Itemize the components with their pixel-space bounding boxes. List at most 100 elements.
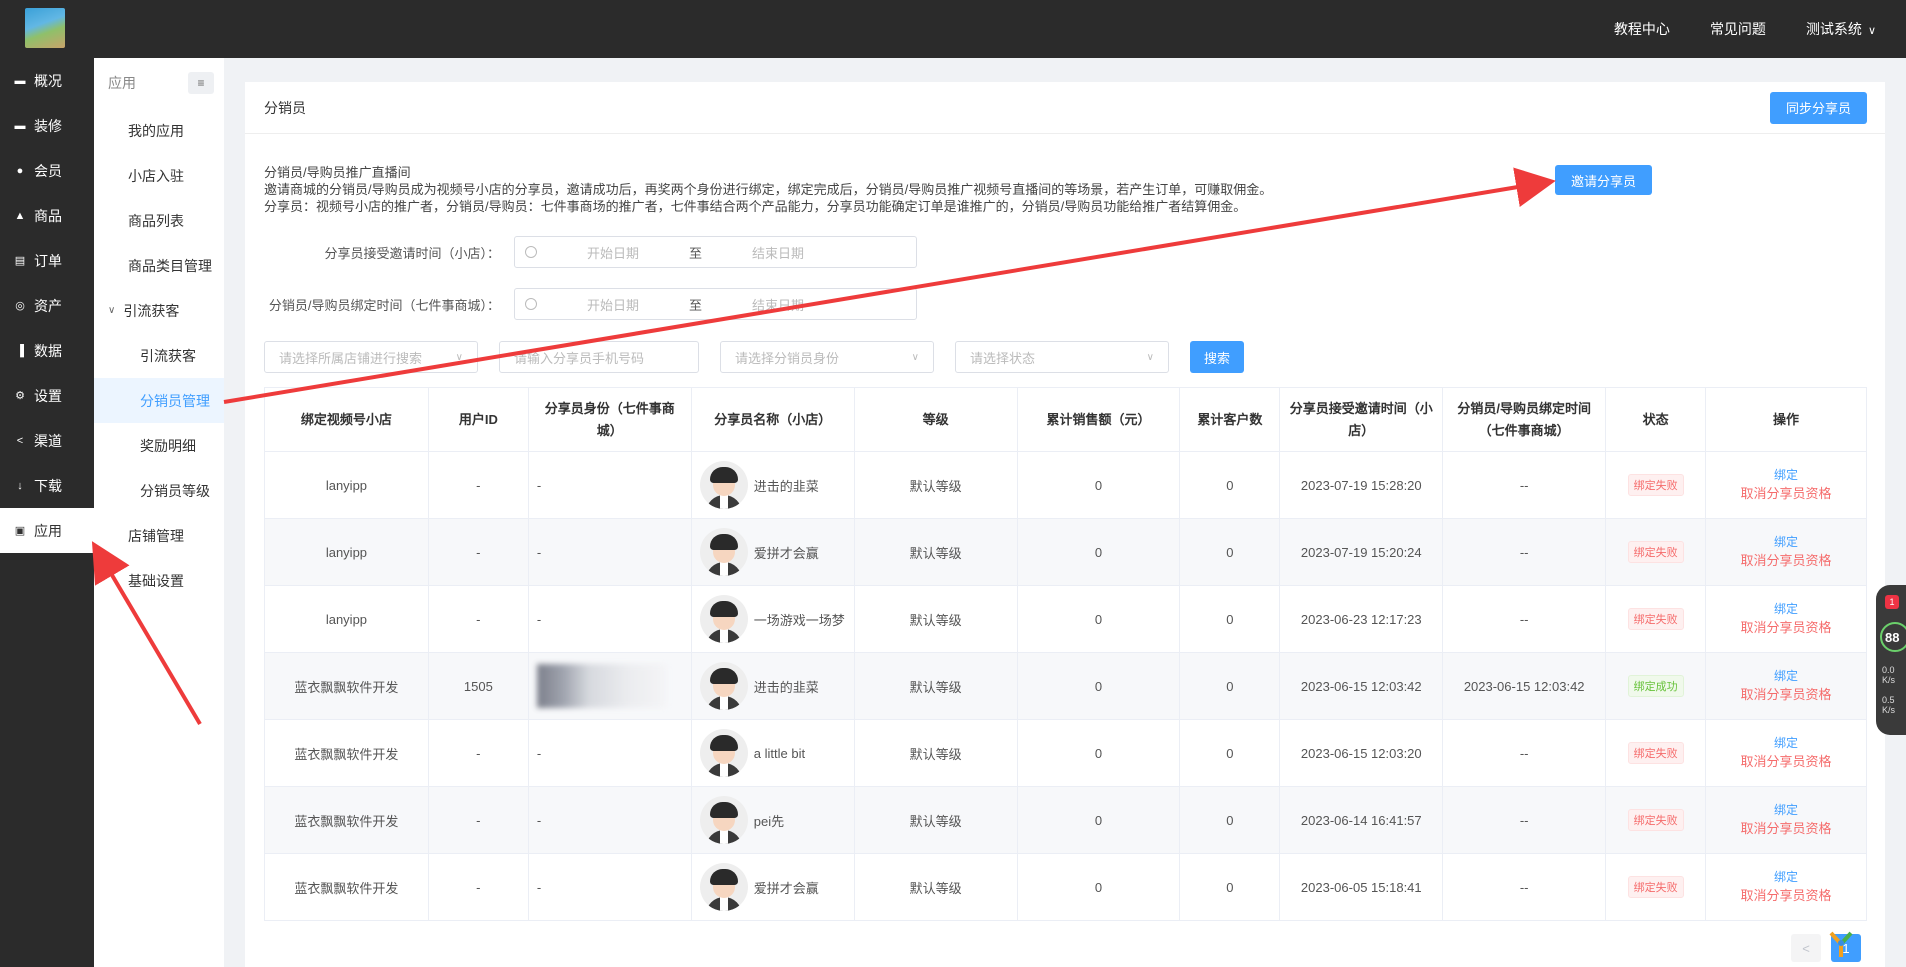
table-row: lanyipp - - 进击的韭菜 默认等级 0 0 2023-07-19 15:28:20-…: [264, 451, 1867, 519]
bind-link[interactable]: 绑定: [1714, 600, 1858, 618]
col-status: 状态: [1605, 387, 1707, 452]
download-icon: ↓: [17, 479, 23, 492]
cell-shop: 蓝衣飘飘软件开发: [264, 853, 429, 921]
prev-page-button[interactable]: <: [1791, 934, 1821, 962]
distributor-table: 绑定视频号小店 用户ID 分享员身份（七件事商城） 分享员名称（小店） 等级 累…: [264, 387, 1867, 921]
cell-role-wrap: -: [527, 719, 692, 787]
top-bar: 教程中心 常见问题 测试系统 ∨: [0, 0, 1906, 58]
cell-sales: 0: [1016, 719, 1181, 787]
sidebar-item-distributor[interactable]: 分销员管理: [94, 378, 224, 423]
sidebar-item-bar[interactable]: ▐ 数据: [0, 328, 94, 373]
cell-role: -: [536, 544, 542, 560]
role-select[interactable]: 请选择分销员身份 ∨: [720, 341, 934, 373]
cell-name-wrap: 进击的韭菜: [690, 451, 855, 519]
sidebar-item-my-apps[interactable]: 我的应用: [94, 108, 224, 153]
nav-tutorial[interactable]: 教程中心: [1614, 19, 1670, 39]
sidebar-item-user[interactable]: ● 会员: [0, 148, 94, 193]
cancel-distributor-link[interactable]: 取消分享员资格: [1714, 752, 1858, 772]
start-date[interactable]: 开始日期: [587, 295, 639, 314]
bind-date-range[interactable]: 开始日期 至 结束日期: [514, 288, 917, 320]
search-button[interactable]: 搜索: [1190, 341, 1244, 373]
cell-customers: 0: [1179, 585, 1281, 653]
status-select[interactable]: 请选择状态 ∨: [955, 341, 1169, 373]
cell-shop: 蓝衣飘飘软件开发: [264, 719, 429, 787]
app-logo[interactable]: [25, 8, 65, 48]
cancel-distributor-link[interactable]: 取消分享员资格: [1714, 484, 1858, 504]
sidebar-item-shop[interactable]: ▲ 商品: [0, 193, 94, 238]
status-badge: 绑定失败: [1627, 876, 1684, 898]
sidebar-item-basic[interactable]: 基础设置: [94, 558, 224, 603]
bind-link[interactable]: 绑定: [1714, 868, 1858, 886]
cancel-distributor-link[interactable]: 取消分享员资格: [1714, 551, 1858, 571]
invite-date-range[interactable]: 开始日期 至 结束日期: [514, 236, 917, 268]
name-cell: 进击的韭菜: [699, 662, 846, 710]
bind-time-row: 分销员/导购员绑定时间（七件事商城）： 开始日期 至 结束日期: [28, 288, 917, 320]
cell-name: pei先: [753, 813, 785, 829]
bind-link[interactable]: 绑定: [1714, 734, 1858, 752]
cell-role-wrap: -: [527, 451, 692, 519]
start-date[interactable]: 开始日期: [587, 243, 639, 262]
phone-input[interactable]: 请输入分享员手机号码: [499, 341, 699, 373]
cell-uid: -: [427, 585, 529, 653]
sidebar-item-download[interactable]: ↓ 下载: [0, 463, 94, 508]
sidebar-item-traffic[interactable]: 引流获客: [94, 333, 224, 378]
bind-link[interactable]: 绑定: [1714, 667, 1858, 685]
cell-level: 默认等级: [853, 652, 1018, 720]
nav-system[interactable]: 测试系统 ∨: [1806, 19, 1876, 39]
sidebar-item-shop-join[interactable]: 小店入驻: [94, 153, 224, 198]
cell-actions: 绑定 取消分享员资格: [1705, 585, 1867, 653]
status-badge: 绑定失败: [1627, 608, 1684, 630]
cancel-distributor-link[interactable]: 取消分享员资格: [1714, 618, 1858, 638]
cancel-distributor-link[interactable]: 取消分享员资格: [1714, 886, 1858, 906]
sidebar-item-reward[interactable]: 奖励明细: [94, 423, 224, 468]
shop-select[interactable]: 请选择所属店铺进行搜索 ∨: [264, 341, 478, 373]
sidebar-item-share[interactable]: < 渠道: [0, 418, 94, 463]
cell-sales: 0: [1016, 518, 1181, 586]
end-date[interactable]: 结束日期: [752, 243, 804, 262]
sidebar-item-gear[interactable]: ⚙ 设置: [0, 373, 94, 418]
cell-level: 默认等级: [853, 719, 1018, 787]
end-date[interactable]: 结束日期: [752, 295, 804, 314]
cell-invite-time: 2023-07-19 15:28:20: [1279, 451, 1444, 519]
name-cell: pei先: [699, 796, 846, 844]
sidebar-item-level[interactable]: 分销员等级: [94, 468, 224, 513]
cell-status-wrap: 绑定失败: [1605, 853, 1707, 921]
page-title: 分销员: [264, 99, 306, 116]
cell-actions: 绑定 取消分享员资格: [1705, 719, 1867, 787]
cell-level: 默认等级: [853, 451, 1018, 519]
nav-faq[interactable]: 常见问题: [1710, 19, 1766, 39]
cancel-distributor-link[interactable]: 取消分享员资格: [1714, 685, 1858, 705]
menu-collapse-icon[interactable]: ≡: [188, 72, 214, 94]
invite-button[interactable]: 邀请分享员: [1555, 165, 1653, 195]
cell-status-wrap: 绑定失败: [1605, 786, 1707, 854]
nav-system-label: 测试系统: [1805, 21, 1862, 37]
sidebar-item-store[interactable]: 店铺管理: [94, 513, 224, 558]
sync-button[interactable]: 同步分享员: [1769, 91, 1867, 124]
cell-sales: 0: [1016, 451, 1181, 519]
sidebar-item-monitor[interactable]: ▬ 概况: [0, 58, 94, 103]
status-select-placeholder: 请选择状态: [970, 350, 1036, 366]
sidebar-item-monitor[interactable]: ▬ 装修: [0, 103, 94, 148]
table-row: 蓝衣飘飘软件开发 - - 爱拼才会赢 默认等级 0 0 2023-06-05 15:18:41…: [264, 853, 1867, 921]
cell-level: 默认等级: [853, 518, 1018, 586]
avatar: [699, 796, 748, 844]
bind-link[interactable]: 绑定: [1714, 533, 1858, 551]
invite-time-row: 分享员接受邀请时间（小店）： 开始日期 至 结束日期: [28, 236, 917, 268]
cell-name-wrap: 爱拼才会赢: [690, 853, 855, 921]
sidebar-item-label: 下载: [34, 477, 62, 494]
cell-bind-time: --: [1442, 585, 1607, 653]
sidebar-item-app[interactable]: ▣ 应用: [0, 508, 94, 553]
bind-link[interactable]: 绑定: [1714, 466, 1858, 484]
name-cell: 一场游戏一场梦: [699, 595, 846, 643]
bind-link[interactable]: 绑定: [1714, 801, 1858, 819]
cell-role: -: [536, 477, 542, 493]
cancel-distributor-link[interactable]: 取消分享员资格: [1714, 819, 1858, 839]
chevron-down-icon: ∨: [1146, 351, 1154, 363]
cell-invite-time: 2023-06-14 16:41:57: [1279, 786, 1444, 854]
speed-widget[interactable]: 1 88 0.0 K/s 0.5 K/s: [1876, 585, 1906, 735]
cell-role-wrap: [527, 652, 692, 720]
sidebar-item-label: 设置: [34, 387, 62, 404]
cell-role: -: [536, 745, 542, 761]
name-cell: 爱拼才会赢: [699, 528, 846, 576]
cell-uid: 1505: [427, 652, 529, 720]
